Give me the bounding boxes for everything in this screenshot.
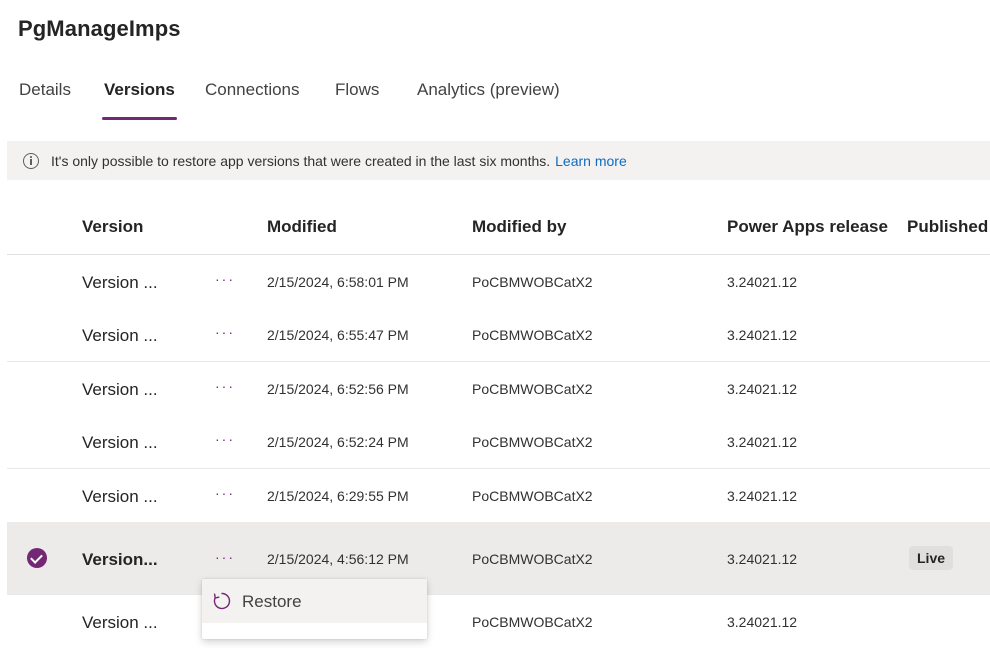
modified-by: PoCBMWOBCatX2 [472, 488, 593, 504]
modified-by: PoCBMWOBCatX2 [472, 381, 593, 397]
tab-analytics[interactable]: Analytics (preview) [417, 80, 560, 120]
tab-versions[interactable]: Versions [102, 80, 177, 120]
live-badge: Live [909, 546, 954, 570]
more-options-button[interactable]: ··· [215, 431, 235, 447]
tab-bar: Details Versions Connections Flows Analy… [0, 80, 990, 122]
table-row[interactable]: Version ... PoCBMWOBCatX2 3.24021.12 [7, 595, 990, 648]
release-version: 3.24021.12 [727, 434, 798, 450]
version-name: Version... [82, 550, 158, 569]
modified-by: PoCBMWOBCatX2 [472, 551, 593, 567]
version-name: Version ... [82, 326, 158, 345]
release-version: 3.24021.12 [727, 274, 798, 290]
modified-date: 2/15/2024, 6:55:47 PM [267, 327, 409, 343]
learn-more-link[interactable]: Learn more [555, 153, 627, 169]
checkmark-icon[interactable] [27, 548, 47, 568]
modified-by: PoCBMWOBCatX2 [472, 434, 593, 450]
modified-by: PoCBMWOBCatX2 [472, 614, 593, 630]
table-row[interactable]: Version ... ··· 2/15/2024, 6:58:01 PM Po… [7, 255, 990, 309]
version-name: Version ... [82, 433, 158, 452]
modified-date: 2/15/2024, 6:58:01 PM [267, 274, 409, 290]
release-version: 3.24021.12 [727, 381, 798, 397]
table-row[interactable]: Version ... ··· 2/15/2024, 6:52:24 PM Po… [7, 415, 990, 469]
more-options-button[interactable]: ··· [215, 378, 235, 394]
modified-by: PoCBMWOBCatX2 [472, 274, 593, 290]
more-options-button[interactable]: ··· [215, 271, 235, 287]
tab-flows[interactable]: Flows [335, 80, 379, 120]
table-row-selected[interactable]: Version... ··· 2/15/2024, 4:56:12 PM PoC… [7, 522, 990, 595]
restore-label: Restore [242, 592, 302, 611]
table-row[interactable]: Version ... ··· 2/15/2024, 6:29:55 PM Po… [7, 469, 990, 523]
version-context-menu: Restore [202, 579, 427, 639]
info-icon [23, 152, 39, 169]
column-header-modified-by[interactable]: Modified by [472, 217, 566, 237]
release-version: 3.24021.12 [727, 327, 798, 343]
version-name: Version ... [82, 487, 158, 506]
info-message-bar: It's only possible to restore app versio… [7, 141, 990, 180]
more-options-button[interactable]: ··· [215, 324, 235, 340]
version-name: Version ... [82, 273, 158, 292]
table-row[interactable]: Version ... ··· 2/15/2024, 6:55:47 PM Po… [7, 308, 990, 362]
modified-date: 2/15/2024, 6:52:24 PM [267, 434, 409, 450]
modified-by: PoCBMWOBCatX2 [472, 327, 593, 343]
release-version: 3.24021.12 [727, 551, 798, 567]
version-name: Version ... [82, 380, 158, 399]
tab-details[interactable]: Details [19, 80, 71, 120]
table-header: Version Modified Modified by Power Apps … [7, 200, 990, 255]
tab-connections[interactable]: Connections [205, 80, 300, 120]
column-header-release[interactable]: Power Apps release [727, 217, 888, 237]
more-options-button[interactable]: ··· [215, 485, 235, 501]
column-header-modified[interactable]: Modified [267, 217, 337, 237]
release-version: 3.24021.12 [727, 488, 798, 504]
restore-icon [212, 591, 232, 611]
column-header-version[interactable]: Version [82, 217, 143, 237]
version-name: Version ... [82, 613, 158, 632]
modified-date: 2/15/2024, 6:52:56 PM [267, 381, 409, 397]
column-header-published[interactable]: Published [907, 217, 988, 237]
more-options-button[interactable]: ··· [215, 549, 235, 565]
table-row[interactable]: Version ... ··· 2/15/2024, 6:52:56 PM Po… [7, 362, 990, 416]
modified-date: 2/15/2024, 6:29:55 PM [267, 488, 409, 504]
release-version: 3.24021.12 [727, 614, 798, 630]
app-title: PgManageImps [18, 16, 181, 41]
modified-date: 2/15/2024, 4:56:12 PM [267, 551, 409, 567]
info-message-text: It's only possible to restore app versio… [51, 152, 551, 169]
restore-menu-item[interactable]: Restore [202, 579, 427, 623]
